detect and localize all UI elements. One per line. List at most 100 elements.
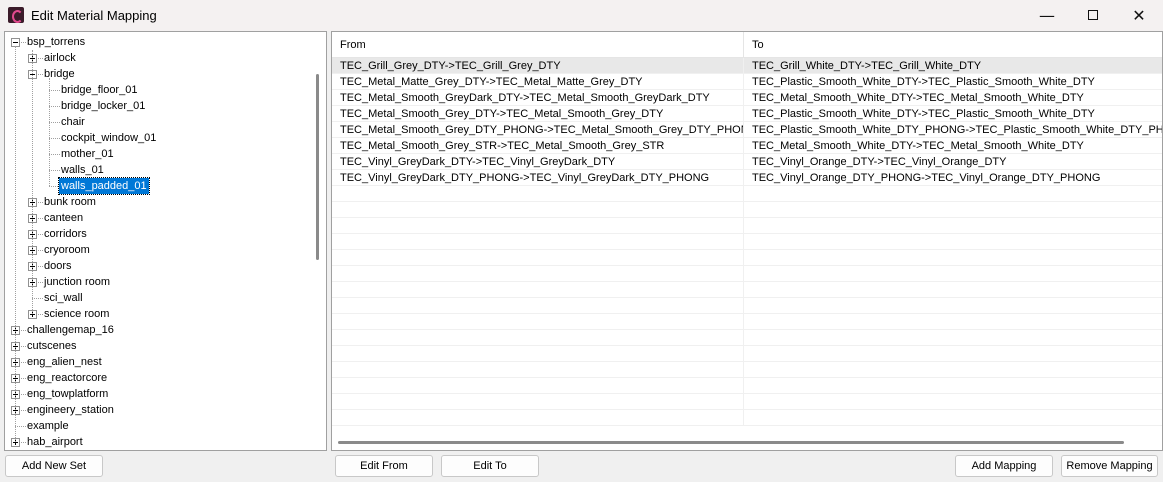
maximize-icon xyxy=(1088,10,1098,20)
tree-item-label[interactable]: chair xyxy=(59,114,87,130)
empty-cell xyxy=(332,266,744,282)
tree-item[interactable]: science room xyxy=(5,306,305,322)
tree-item-label[interactable]: eng_towplatform xyxy=(25,386,110,402)
mapping-to-cell: TEC_Metal_Smooth_White_DTY->TEC_Metal_Sm… xyxy=(752,140,1084,152)
mapping-from-cell: TEC_Vinyl_GreyDark_DTY->TEC_Vinyl_GreyDa… xyxy=(332,154,744,170)
tree-item-label[interactable]: junction room xyxy=(42,274,112,290)
minimize-button[interactable]: — xyxy=(1024,0,1070,31)
tree-item[interactable]: eng_alien_nest xyxy=(5,354,305,370)
tree-item[interactable]: canteen xyxy=(5,210,305,226)
mapping-row[interactable]: TEC_Grill_Grey_DTY->TEC_Grill_Grey_DTY TE… xyxy=(332,58,1162,74)
tree-item[interactable]: corridors xyxy=(5,226,305,242)
tree-scroll-thumb[interactable] xyxy=(316,74,319,260)
list-scroll-thumb[interactable] xyxy=(338,441,1124,444)
tree-item-label[interactable]: walls_padded_01 xyxy=(58,177,150,195)
empty-cell xyxy=(332,234,744,250)
tree-item-label[interactable]: example xyxy=(25,418,71,434)
tree-item-label[interactable]: science room xyxy=(42,306,111,322)
app-logo-icon xyxy=(8,7,24,23)
empty-row xyxy=(332,202,1162,218)
tree-item-label[interactable]: bridge_locker_01 xyxy=(59,98,147,114)
tree-item[interactable]: example xyxy=(5,418,305,434)
edit-from-button[interactable]: Edit From xyxy=(335,455,433,477)
tree-item-label[interactable]: engineery_station xyxy=(25,402,116,418)
tree-item[interactable]: eng_towplatform xyxy=(5,386,305,402)
tree-item[interactable]: doors xyxy=(5,258,305,274)
tree-item[interactable]: walls_01 xyxy=(5,162,305,178)
tree-item[interactable]: chair xyxy=(5,114,305,130)
tree-item-label[interactable]: cryoroom xyxy=(42,242,92,258)
tree-item[interactable]: mother_01 xyxy=(5,146,305,162)
empty-cell xyxy=(332,410,744,426)
tree-item[interactable]: junction room xyxy=(5,274,305,290)
title-bar[interactable]: Edit Material Mapping — ✕ xyxy=(0,0,1163,31)
tree-item-label[interactable]: walls_01 xyxy=(59,162,106,178)
empty-row xyxy=(332,186,1162,202)
mapping-to-cell: TEC_Vinyl_Orange_DTY_PHONG->TEC_Vinyl_Or… xyxy=(752,172,1101,184)
mapping-row[interactable]: TEC_Metal_Smooth_Grey_STR->TEC_Metal_Smo… xyxy=(332,138,1162,154)
tree-item[interactable]: sci_wall xyxy=(5,290,305,306)
tree-item-label[interactable]: challengemap_16 xyxy=(25,322,116,338)
add-new-set-button[interactable]: Add New Set xyxy=(5,455,103,477)
tree-item-label[interactable]: mother_01 xyxy=(59,146,116,162)
mapping-row[interactable]: TEC_Metal_Smooth_Grey_DTY->TEC_Metal_Smo… xyxy=(332,106,1162,122)
tree-item[interactable]: bridge_floor_01 xyxy=(5,82,305,98)
material-set-tree[interactable]: bsp_torrens airlock bridge bridge_floor_01 b… xyxy=(4,31,327,451)
close-button[interactable]: ✕ xyxy=(1116,0,1162,31)
tree-item[interactable]: bsp_torrens xyxy=(5,34,305,50)
empty-row xyxy=(332,250,1162,266)
mapping-from-cell: TEC_Metal_Smooth_GreyDark_DTY->TEC_Metal… xyxy=(332,90,744,106)
empty-row xyxy=(332,346,1162,362)
column-header-to[interactable]: To xyxy=(744,32,1162,58)
tree-item[interactable]: walls_padded_01 xyxy=(5,177,305,195)
empty-row xyxy=(332,298,1162,314)
tree-item-label[interactable]: cockpit_window_01 xyxy=(59,130,158,146)
mapping-list[interactable]: From To TEC_Grill_Grey_DTY->TEC_Grill_Gr… xyxy=(331,31,1163,451)
tree-item-label[interactable]: sci_wall xyxy=(42,290,85,306)
tree-item-label[interactable]: bsp_torrens xyxy=(25,34,87,50)
remove-mapping-button[interactable]: Remove Mapping xyxy=(1061,455,1158,477)
tree-vertical-scrollbar[interactable] xyxy=(309,32,326,450)
mapping-row[interactable]: TEC_Vinyl_GreyDark_DTY_PHONG->TEC_Vinyl_… xyxy=(332,170,1162,186)
edit-to-button[interactable]: Edit To xyxy=(441,455,539,477)
mapping-row[interactable]: TEC_Metal_Smooth_GreyDark_DTY->TEC_Metal… xyxy=(332,90,1162,106)
tree-item-label[interactable]: bridge xyxy=(42,66,77,82)
tree-item[interactable]: challengemap_16 xyxy=(5,322,305,338)
empty-cell xyxy=(332,378,744,394)
mapping-row[interactable]: TEC_Metal_Matte_Grey_DTY->TEC_Metal_Matt… xyxy=(332,74,1162,90)
list-horizontal-scrollbar[interactable] xyxy=(332,433,1162,450)
empty-cell xyxy=(332,186,744,202)
empty-row xyxy=(332,266,1162,282)
tree-item[interactable]: bunk room xyxy=(5,194,305,210)
tree-item[interactable]: cockpit_window_01 xyxy=(5,130,305,146)
mapping-to-cell: TEC_Metal_Smooth_White_DTY->TEC_Metal_Sm… xyxy=(752,92,1084,104)
mapping-to-cell: TEC_Plastic_Smooth_White_DTY->TEC_Plasti… xyxy=(752,108,1095,120)
mapping-from-cell: TEC_Vinyl_GreyDark_DTY_PHONG->TEC_Vinyl_… xyxy=(332,170,744,186)
tree-item[interactable]: hab_airport xyxy=(5,434,305,450)
tree-item-label[interactable]: corridors xyxy=(42,226,89,242)
tree-item-label[interactable]: airlock xyxy=(42,50,78,66)
tree-item[interactable]: cryoroom xyxy=(5,242,305,258)
column-header-from[interactable]: From xyxy=(332,32,744,58)
tree-item[interactable]: eng_reactorcore xyxy=(5,370,305,386)
tree-item-label[interactable]: bunk room xyxy=(42,194,98,210)
tree-item[interactable]: bridge_locker_01 xyxy=(5,98,305,114)
tree-item-label[interactable]: eng_alien_nest xyxy=(25,354,104,370)
tree-item[interactable]: cutscenes xyxy=(5,338,305,354)
tree-item-label[interactable]: hab_airport xyxy=(25,434,85,450)
tree-item-label[interactable]: eng_reactorcore xyxy=(25,370,109,386)
tree-item-label[interactable]: cutscenes xyxy=(25,338,79,354)
maximize-button[interactable] xyxy=(1070,0,1116,31)
add-mapping-button[interactable]: Add Mapping xyxy=(955,455,1053,477)
tree-item-label[interactable]: canteen xyxy=(42,210,85,226)
list-header: From To xyxy=(332,32,1162,58)
tree-item-label[interactable]: bridge_floor_01 xyxy=(59,82,139,98)
empty-row xyxy=(332,234,1162,250)
mapping-row[interactable]: TEC_Vinyl_GreyDark_DTY->TEC_Vinyl_GreyDa… xyxy=(332,154,1162,170)
tree-guide-line xyxy=(49,78,50,186)
mapping-row[interactable]: TEC_Metal_Smooth_Grey_DTY_PHONG->TEC_Met… xyxy=(332,122,1162,138)
tree-item[interactable]: bridge xyxy=(5,66,305,82)
tree-item[interactable]: engineery_station xyxy=(5,402,305,418)
tree-item-label[interactable]: doors xyxy=(42,258,74,274)
tree-item[interactable]: airlock xyxy=(5,50,305,66)
